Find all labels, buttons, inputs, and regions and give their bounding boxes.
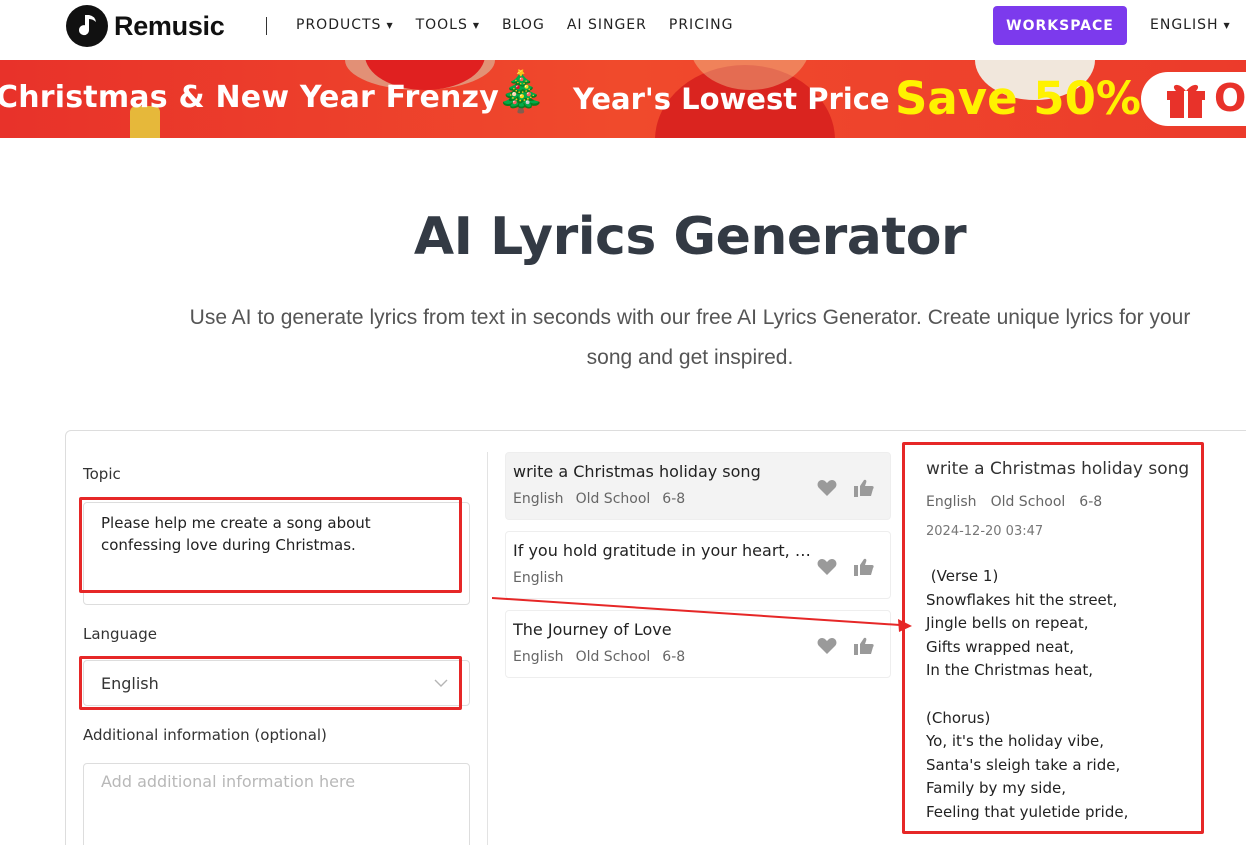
page-title: AI Lyrics Generator — [413, 207, 967, 267]
highlight-box-topic — [79, 497, 462, 593]
history-item-tags: English — [513, 570, 564, 586]
history-item-tags: English Old School 6-8 — [513, 491, 685, 507]
history-item[interactable]: write a Christmas holiday song English O… — [505, 452, 891, 520]
brand-logo[interactable]: Remusic — [66, 5, 225, 47]
nav-pricing[interactable]: PRICING — [669, 17, 734, 33]
history-item-title: The Journey of Love — [513, 620, 672, 639]
caret-down-icon: ▼ — [1223, 20, 1231, 30]
additional-info-input[interactable]: Add additional information here — [83, 763, 470, 845]
history-item-actions — [817, 637, 874, 655]
thumbs-up-icon[interactable] — [854, 637, 874, 655]
history-item-title: If you hold gratitude in your heart, the… — [513, 541, 813, 560]
thumbs-up-icon[interactable] — [854, 558, 874, 576]
banner-headline: Christmas & New Year Frenzy — [0, 80, 499, 115]
nav-tools[interactable]: TOOLS ▼ — [416, 17, 480, 33]
heart-icon[interactable] — [817, 637, 837, 655]
nav-ai-singer[interactable]: AI SINGER — [567, 17, 647, 33]
history-item-title: write a Christmas holiday song — [513, 462, 761, 481]
additional-info-label: Additional information (optional) — [83, 726, 327, 744]
nav-blog[interactable]: BLOG — [502, 17, 545, 33]
history-item[interactable]: The Journey of Love English Old School 6… — [505, 610, 891, 678]
nav-ai-singer-label: AI SINGER — [566, 17, 647, 33]
tag-length: 6-8 — [662, 491, 686, 507]
language-switcher[interactable]: ENGLISH ▼ — [1150, 17, 1231, 33]
nav-tools-label: TOOLS — [415, 17, 468, 33]
history-item-actions — [817, 558, 874, 576]
heart-icon[interactable] — [817, 479, 837, 497]
promo-banner[interactable]: Christmas & New Year Frenzy 🎄 Year's Low… — [0, 60, 1246, 138]
language-switcher-label: ENGLISH — [1150, 17, 1219, 33]
highlight-box-result — [902, 442, 1204, 834]
language-label: Language — [83, 625, 158, 643]
column-divider — [487, 452, 488, 845]
topic-label: Topic — [83, 465, 121, 483]
brand-name: Remusic — [114, 10, 225, 41]
main-nav: PRODUCTS ▼ TOOLS ▼ BLOG AI SINGER PRICING — [296, 17, 755, 33]
nav-blog-label: BLOG — [502, 17, 545, 33]
history-item[interactable]: If you hold gratitude in your heart, the… — [505, 531, 891, 599]
tag-style: Old School — [575, 649, 651, 665]
workspace-button[interactable]: WORKSPACE — [993, 6, 1127, 45]
christmas-tree-icon: 🎄 — [496, 70, 546, 114]
caret-down-icon: ▼ — [386, 20, 394, 30]
banner-cta-text: Op — [1214, 76, 1246, 120]
site-header: Remusic PRODUCTS ▼ TOOLS ▼ BLOG AI SINGER … — [0, 0, 1246, 60]
banner-discount: Save 50% — [895, 72, 1142, 125]
tag-style: Old School — [575, 491, 651, 507]
nav-products-label: PRODUCTS — [296, 17, 382, 33]
thumbs-up-icon[interactable] — [854, 479, 874, 497]
history-item-actions — [817, 479, 874, 497]
banner-subheadline: Year's Lowest Price — [573, 82, 890, 116]
gift-icon — [1167, 84, 1205, 118]
nav-products[interactable]: PRODUCTS ▼ — [296, 17, 394, 33]
page-subtitle: Use AI to generate lyrics from text in s… — [189, 306, 1191, 369]
tag-length: 6-8 — [662, 649, 686, 665]
highlight-box-language — [79, 656, 462, 710]
tag-language: English — [513, 570, 564, 586]
tag-language: English — [513, 491, 564, 507]
heart-icon[interactable] — [817, 558, 837, 576]
caret-down-icon: ▼ — [472, 20, 481, 30]
header-divider — [266, 17, 267, 35]
tag-language: English — [513, 649, 564, 665]
history-item-tags: English Old School 6-8 — [513, 649, 685, 665]
music-note-icon — [66, 5, 108, 47]
nav-pricing-label: PRICING — [668, 17, 734, 33]
